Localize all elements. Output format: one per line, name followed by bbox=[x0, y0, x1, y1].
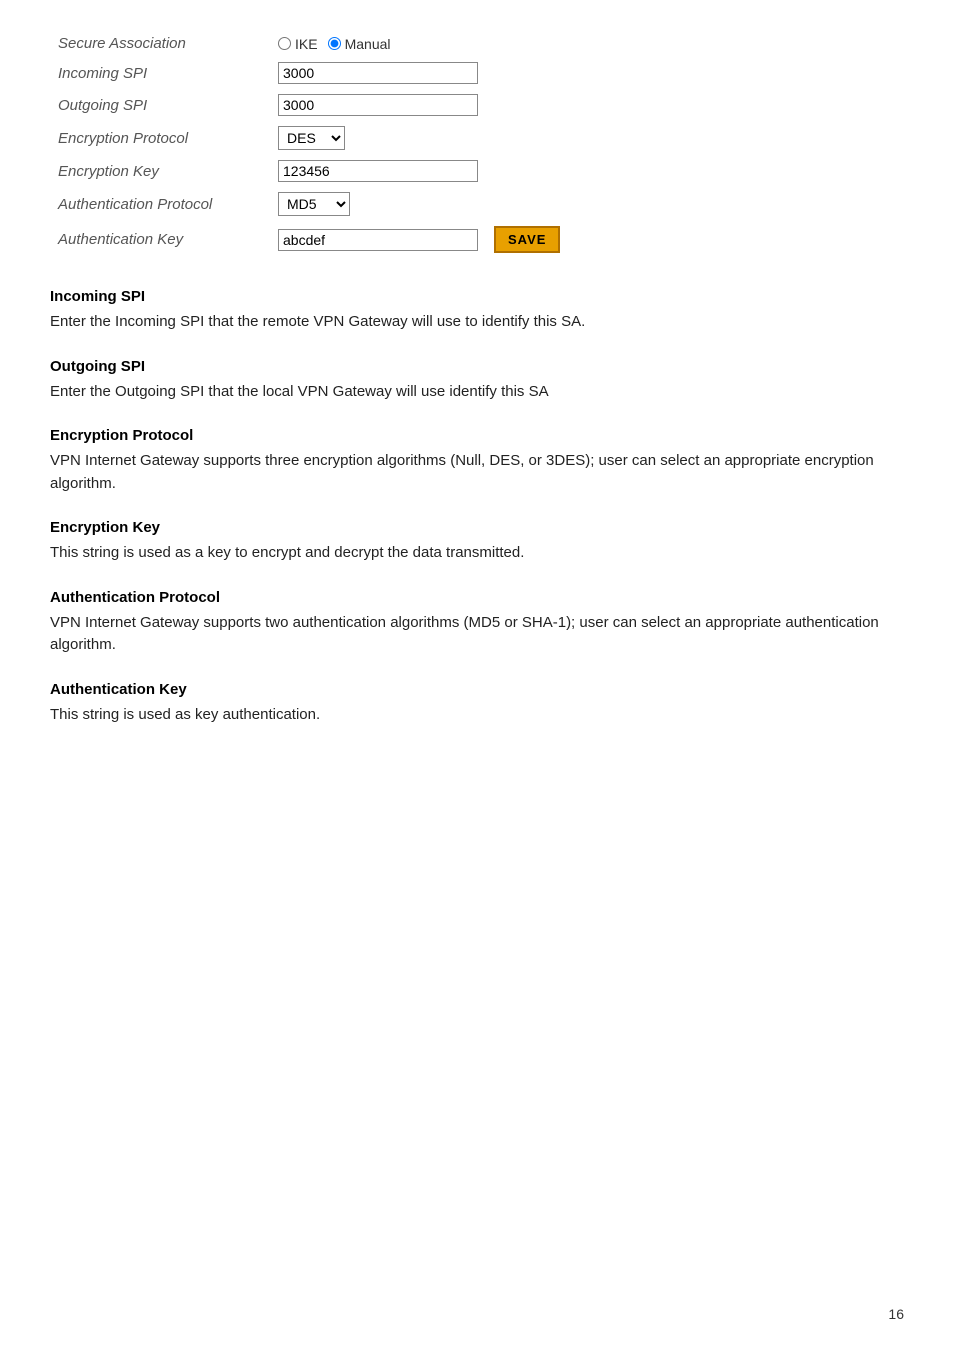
field-secure-association: IKE Manual bbox=[270, 30, 568, 57]
help-desc-encryption-key: This string is used as a key to encrypt … bbox=[50, 542, 904, 565]
help-item-outgoing-spi: Outgoing SPI Enter the Outgoing SPI that… bbox=[50, 358, 904, 404]
help-item-auth-protocol: Authentication Protocol VPN Internet Gat… bbox=[50, 589, 904, 657]
form-row-secure-association: Secure Association IKE Manual bbox=[50, 30, 568, 57]
radio-group-secure-association: IKE Manual bbox=[278, 36, 560, 52]
help-desc-outgoing-spi: Enter the Outgoing SPI that the local VP… bbox=[50, 381, 904, 404]
form-row-encryption-protocol: Encryption Protocol DES Null 3DES bbox=[50, 121, 568, 155]
form-section: Secure Association IKE Manual bbox=[50, 30, 904, 258]
radio-ike[interactable] bbox=[278, 37, 291, 50]
input-outgoing-spi[interactable] bbox=[278, 94, 478, 116]
help-title-outgoing-spi: Outgoing SPI bbox=[50, 358, 904, 375]
input-auth-key[interactable] bbox=[278, 229, 478, 251]
help-desc-incoming-spi: Enter the Incoming SPI that the remote V… bbox=[50, 311, 904, 334]
label-auth-protocol: Authentication Protocol bbox=[50, 187, 270, 221]
help-section: Incoming SPI Enter the Incoming SPI that… bbox=[50, 288, 904, 726]
label-encryption-protocol: Encryption Protocol bbox=[50, 121, 270, 155]
radio-manual-text: Manual bbox=[345, 36, 391, 52]
radio-manual[interactable] bbox=[328, 37, 341, 50]
help-title-incoming-spi: Incoming SPI bbox=[50, 288, 904, 305]
field-incoming-spi bbox=[270, 57, 568, 89]
label-incoming-spi: Incoming SPI bbox=[50, 57, 270, 89]
help-title-encryption-key: Encryption Key bbox=[50, 519, 904, 536]
help-item-encryption-key: Encryption Key This string is used as a … bbox=[50, 519, 904, 565]
select-encryption-protocol[interactable]: DES Null 3DES bbox=[278, 126, 345, 150]
help-item-incoming-spi: Incoming SPI Enter the Incoming SPI that… bbox=[50, 288, 904, 334]
page-number: 16 bbox=[888, 1306, 904, 1322]
save-button[interactable]: Save bbox=[494, 226, 560, 253]
label-secure-association: Secure Association bbox=[50, 30, 270, 57]
label-auth-key: Authentication Key bbox=[50, 221, 270, 258]
radio-manual-label[interactable]: Manual bbox=[328, 36, 391, 52]
help-desc-encryption-protocol: VPN Internet Gateway supports three encr… bbox=[50, 450, 904, 495]
select-auth-protocol[interactable]: MD5 SHA-1 bbox=[278, 192, 350, 216]
form-row-incoming-spi: Incoming SPI bbox=[50, 57, 568, 89]
form-row-outgoing-spi: Outgoing SPI bbox=[50, 89, 568, 121]
field-outgoing-spi bbox=[270, 89, 568, 121]
help-item-auth-key: Authentication Key This string is used a… bbox=[50, 681, 904, 727]
input-incoming-spi[interactable] bbox=[278, 62, 478, 84]
radio-ike-label[interactable]: IKE bbox=[278, 36, 318, 52]
form-table: Secure Association IKE Manual bbox=[50, 30, 568, 258]
form-row-auth-protocol: Authentication Protocol MD5 SHA-1 bbox=[50, 187, 568, 221]
radio-ike-text: IKE bbox=[295, 36, 318, 52]
input-encryption-key[interactable] bbox=[278, 160, 478, 182]
help-item-encryption-protocol: Encryption Protocol VPN Internet Gateway… bbox=[50, 427, 904, 495]
help-title-auth-key: Authentication Key bbox=[50, 681, 904, 698]
field-auth-key: Save bbox=[270, 221, 568, 258]
help-title-auth-protocol: Authentication Protocol bbox=[50, 589, 904, 606]
field-auth-protocol: MD5 SHA-1 bbox=[270, 187, 568, 221]
help-desc-auth-protocol: VPN Internet Gateway supports two authen… bbox=[50, 612, 904, 657]
field-encryption-protocol: DES Null 3DES bbox=[270, 121, 568, 155]
form-row-encryption-key: Encryption Key bbox=[50, 155, 568, 187]
help-title-encryption-protocol: Encryption Protocol bbox=[50, 427, 904, 444]
form-row-auth-key: Authentication Key Save bbox=[50, 221, 568, 258]
field-encryption-key bbox=[270, 155, 568, 187]
help-desc-auth-key: This string is used as key authenticatio… bbox=[50, 704, 904, 727]
label-encryption-key: Encryption Key bbox=[50, 155, 270, 187]
label-outgoing-spi: Outgoing SPI bbox=[50, 89, 270, 121]
